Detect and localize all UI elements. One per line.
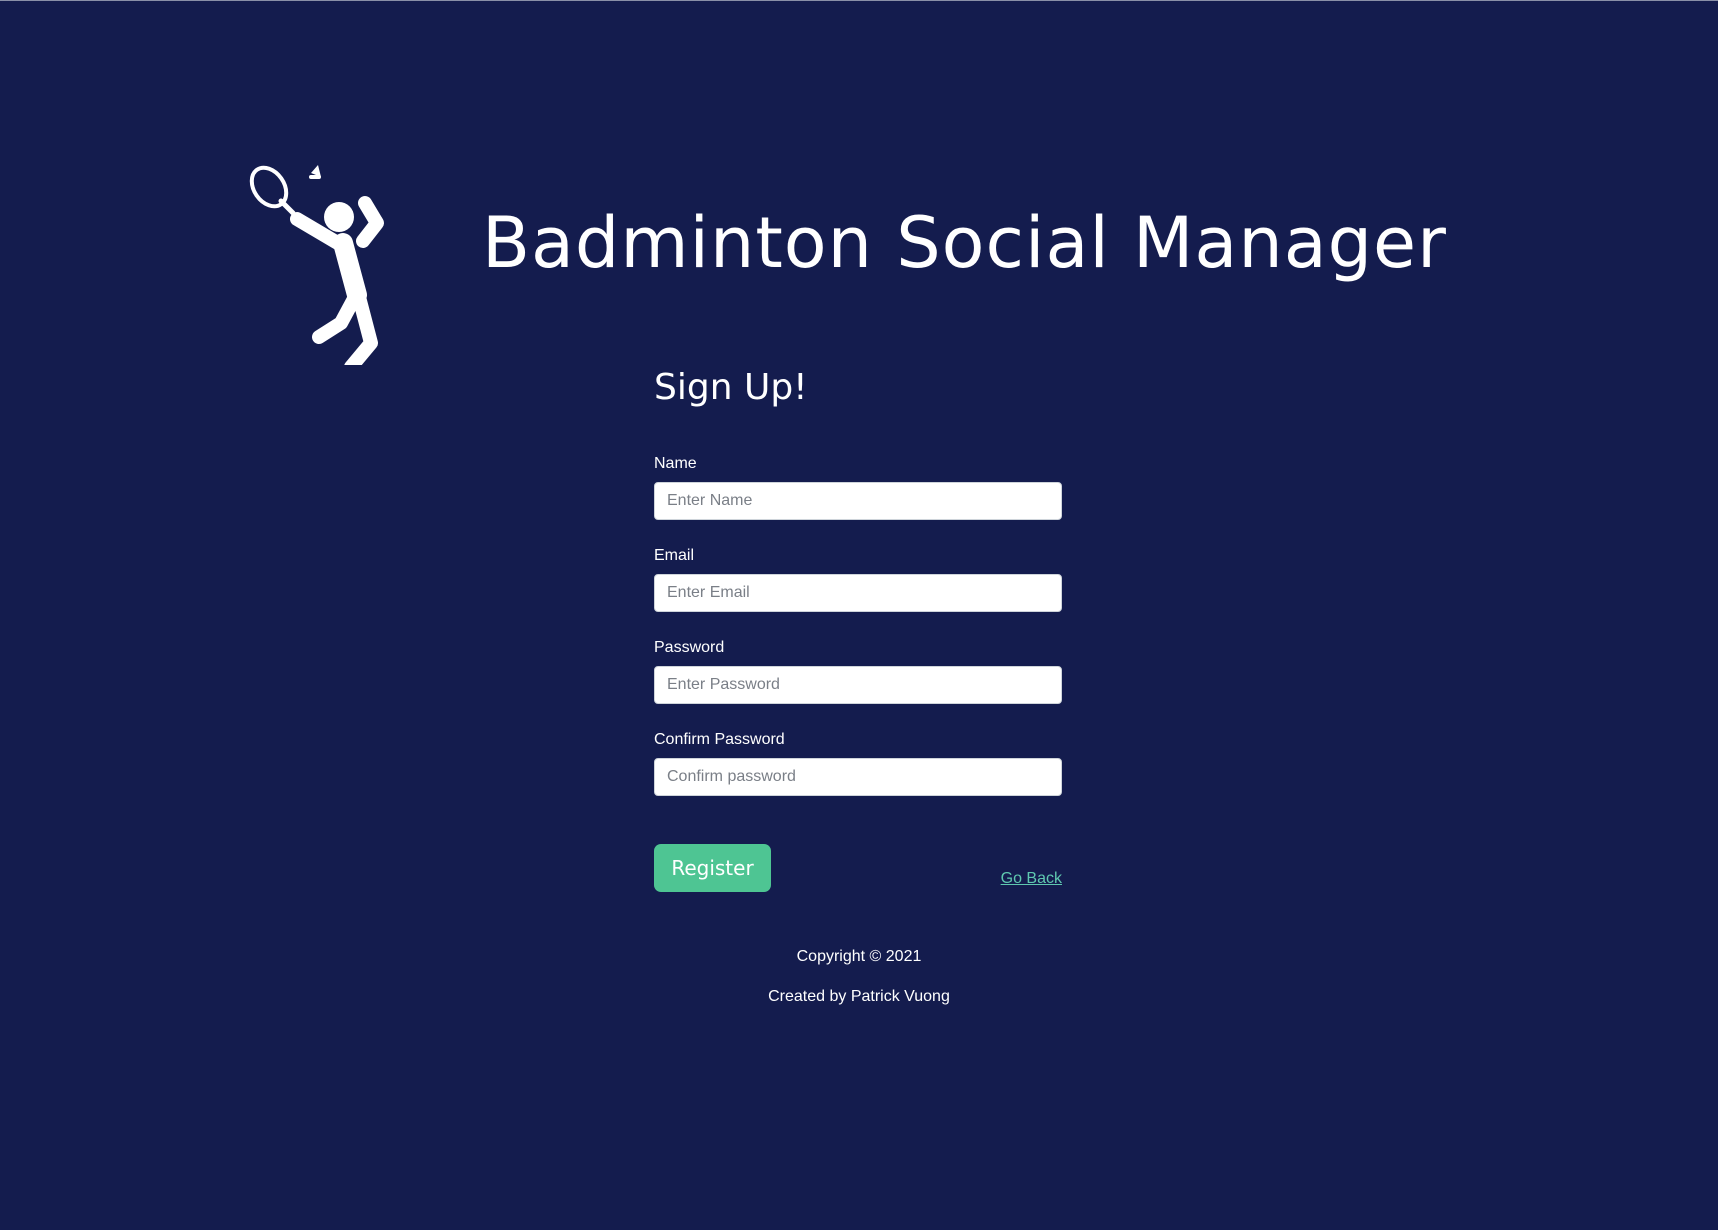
confirm-password-input[interactable] xyxy=(654,758,1062,796)
name-field-group: Name xyxy=(654,454,1062,520)
email-label: Email xyxy=(654,547,695,564)
email-field-group: Email xyxy=(654,546,1062,612)
app-title: Badminton Social Manager xyxy=(482,202,1447,284)
email-input[interactable] xyxy=(654,574,1062,612)
go-back-link[interactable]: Go Back xyxy=(1001,870,1062,888)
badminton-player-icon xyxy=(249,165,384,365)
password-field-group: Password xyxy=(654,638,1062,704)
register-button[interactable]: Register xyxy=(654,844,771,892)
copyright-text: Copyright © 2021 xyxy=(796,948,922,965)
password-input[interactable] xyxy=(654,666,1062,704)
password-label: Password xyxy=(654,639,725,656)
form-heading: Sign Up! xyxy=(654,367,808,408)
signup-form: Sign Up! Name Email Password Confirm Pas… xyxy=(654,370,1062,892)
credit-text: Created by Patrick Vuong xyxy=(768,988,950,1005)
name-label: Name xyxy=(654,455,697,472)
top-border xyxy=(0,0,1718,1)
name-input[interactable] xyxy=(654,482,1062,520)
form-actions: Register Go Back xyxy=(654,844,1062,892)
confirm-password-field-group: Confirm Password xyxy=(654,730,1062,796)
confirm-password-label: Confirm Password xyxy=(654,731,785,748)
